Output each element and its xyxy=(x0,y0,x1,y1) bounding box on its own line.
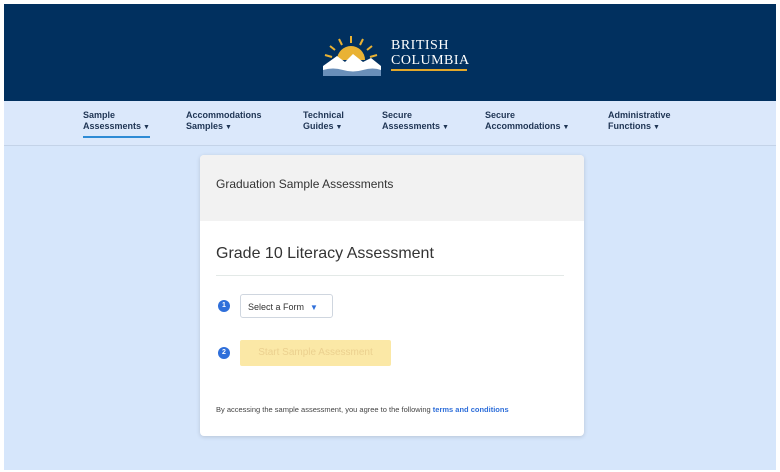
assessment-card: Graduation Sample Assessments Grade 10 L… xyxy=(200,155,584,436)
page-frame: BRITISH COLUMBIA Sample Assessments ▼ Acc… xyxy=(4,4,776,470)
sun-mountain-icon xyxy=(323,36,381,76)
nav-label-line2: Functions xyxy=(608,121,651,131)
nav-label-line2: Guides xyxy=(303,121,334,131)
step-2-badge: 2 xyxy=(218,347,230,359)
card-header: Graduation Sample Assessments xyxy=(200,155,584,221)
nav-label-line2: Assessments xyxy=(83,121,142,131)
select-form-dropdown[interactable]: Select a Form ▼ xyxy=(240,294,333,318)
site-header: BRITISH COLUMBIA xyxy=(4,4,776,101)
nav-label-line1: Technical xyxy=(303,110,344,120)
chevron-down-icon: ▼ xyxy=(442,124,449,131)
nav-label-line1: Accommodations xyxy=(186,110,262,120)
chevron-down-icon: ▼ xyxy=(335,124,343,131)
chevron-down-icon: ▼ xyxy=(562,124,570,131)
nav-label-line1: Sample xyxy=(83,110,116,120)
logo-wordmark: BRITISH COLUMBIA xyxy=(391,38,470,68)
chevron-down-icon: ▼ xyxy=(225,124,232,131)
step-1-badge: 1 xyxy=(218,300,230,312)
nav-secure-assessments[interactable]: Secure Assessments ▼ xyxy=(382,110,449,133)
nav-label-line2: Samples xyxy=(186,121,224,131)
assessment-title: Grade 10 Literacy Assessment xyxy=(216,245,434,262)
nav-label-line1: Secure xyxy=(485,110,516,120)
chevron-down-icon: ▼ xyxy=(143,124,150,131)
select-form-label: Select a Form xyxy=(248,302,305,312)
bc-logo[interactable]: BRITISH COLUMBIA xyxy=(319,32,469,76)
terms-notice: By accessing the sample assessment, you … xyxy=(216,405,509,414)
logo-line-british: BRITISH xyxy=(391,38,449,53)
nav-sample-assessments[interactable]: Sample Assessments ▼ xyxy=(83,110,150,138)
nav-accommodations-samples[interactable]: Accommodations Samples ▼ xyxy=(186,110,262,133)
chevron-down-icon: ▼ xyxy=(310,303,318,312)
logo-line-columbia: COLUMBIA xyxy=(391,53,470,68)
nav-technical-guides[interactable]: Technical Guides ▼ xyxy=(303,110,344,133)
nav-label-line1: Administrative xyxy=(608,110,671,120)
nav-active-indicator xyxy=(83,136,150,138)
title-divider xyxy=(216,275,564,276)
nav-label-line1: Secure xyxy=(382,110,413,120)
nav-label-line2: Assessments xyxy=(382,121,441,131)
terms-text: By accessing the sample assessment, you … xyxy=(216,405,431,414)
nav-label-line2: Accommodations xyxy=(485,121,561,131)
nav-administrative-functions[interactable]: Administrative Functions ▼ xyxy=(608,110,671,133)
terms-and-conditions-link[interactable]: terms and conditions xyxy=(433,405,509,414)
card-header-title: Graduation Sample Assessments xyxy=(216,177,394,191)
chevron-down-icon: ▼ xyxy=(653,124,660,131)
start-sample-assessment-button[interactable]: Start Sample Assessment xyxy=(240,340,391,366)
main-nav: Sample Assessments ▼ Accommodations Sampl… xyxy=(4,101,776,146)
logo-underline xyxy=(391,69,467,71)
nav-secure-accommodations[interactable]: Secure Accommodations ▼ xyxy=(485,110,569,133)
